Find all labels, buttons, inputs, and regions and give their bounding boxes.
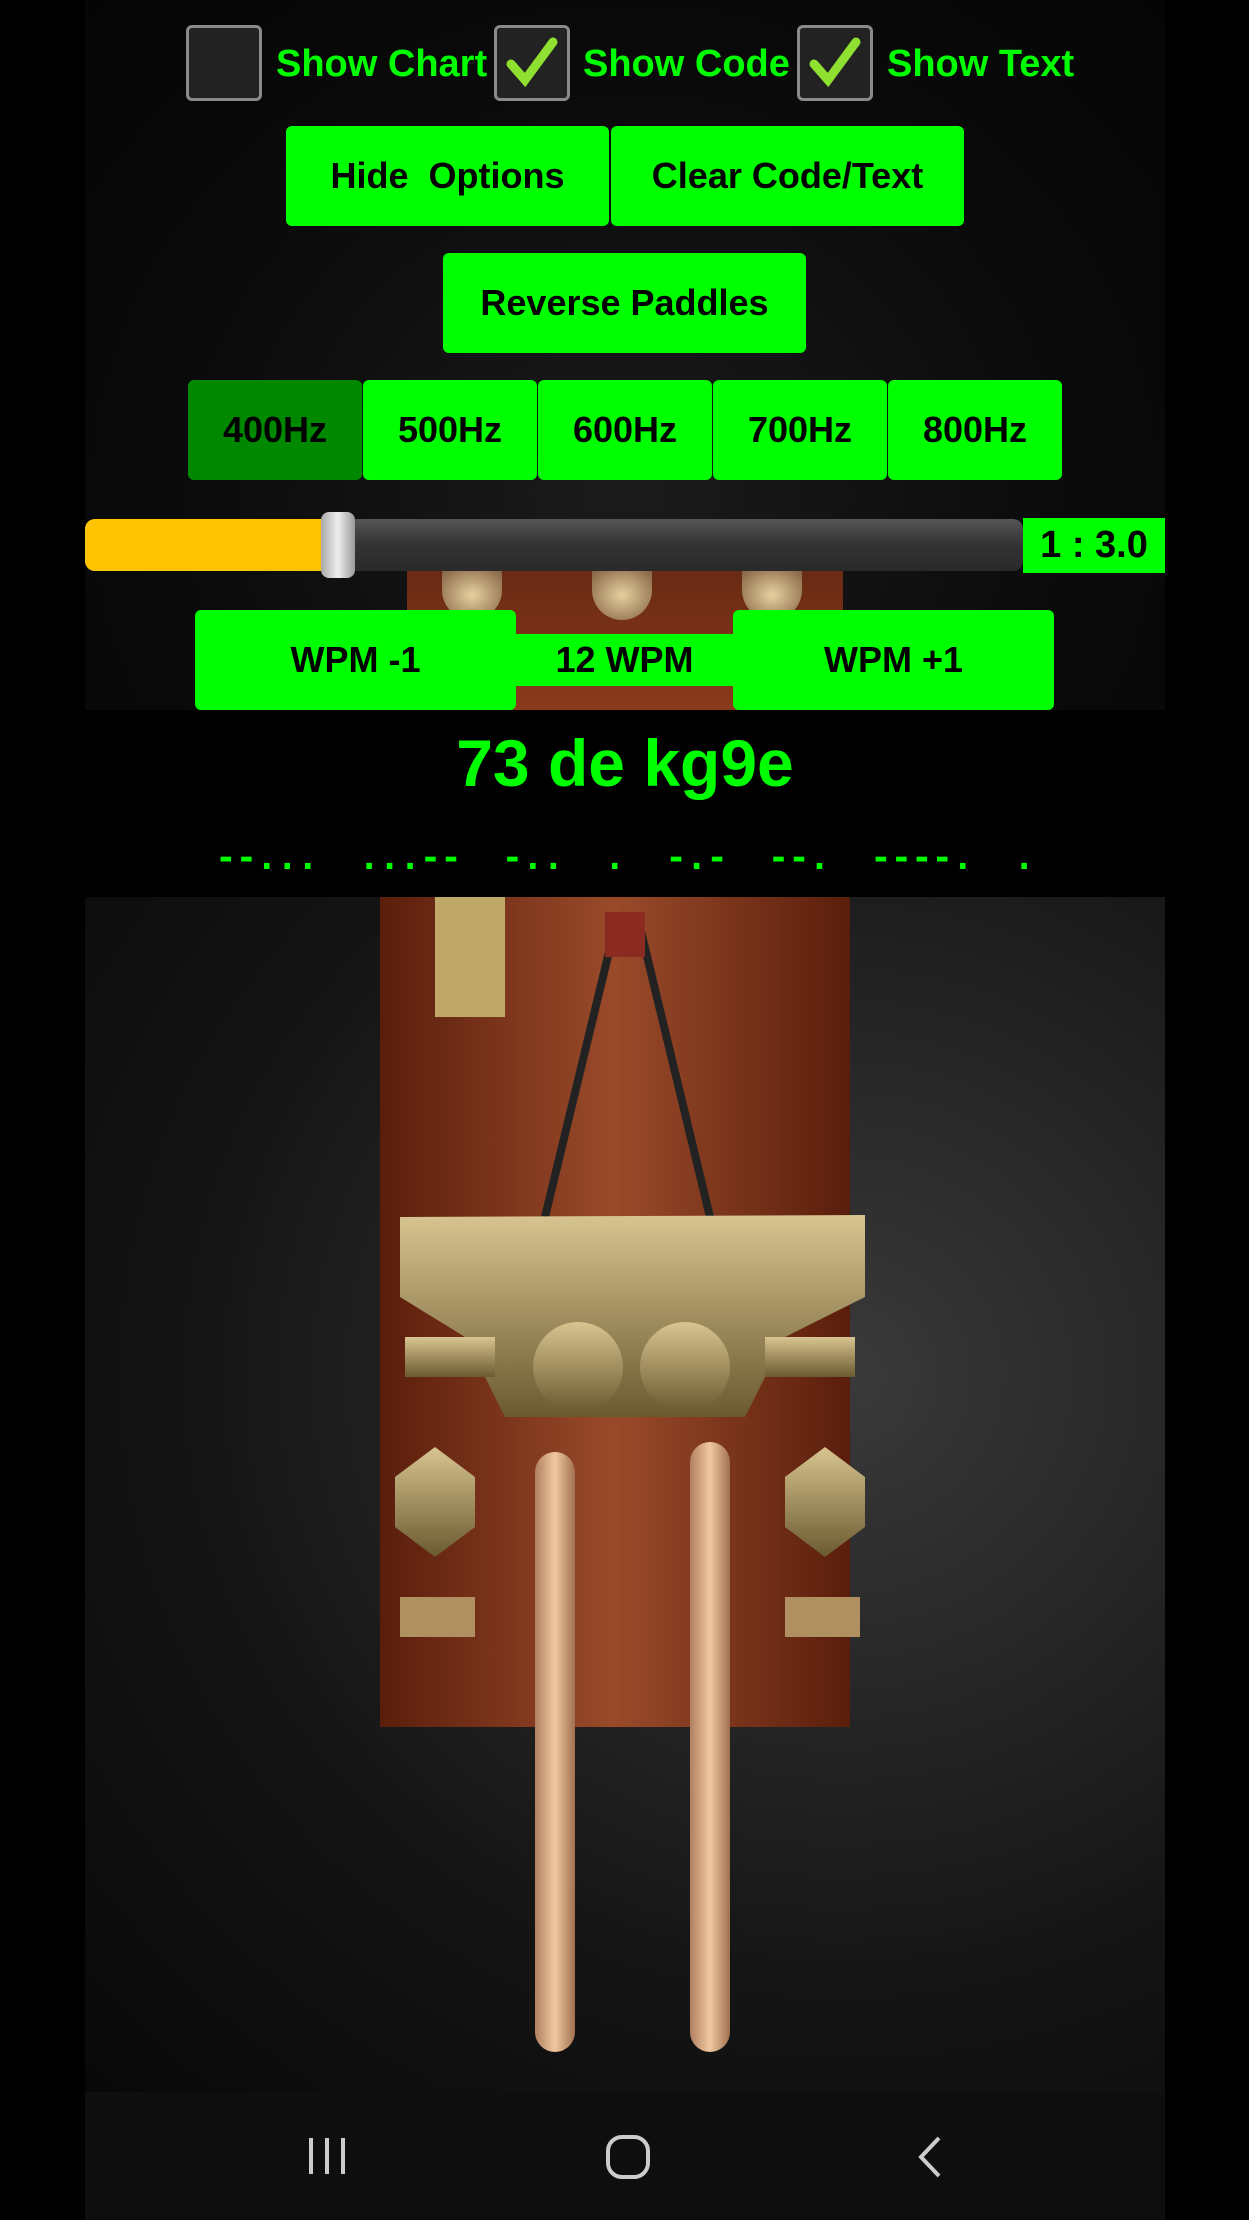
checkmark-icon [506,37,558,88]
paddle-key-image[interactable] [85,897,1165,2092]
freq-500hz-button[interactable]: 500Hz [363,380,537,480]
freq-700hz-button[interactable]: 700Hz [713,380,887,480]
recent-apps-icon[interactable] [305,2134,349,2178]
reverse-paddles-button[interactable]: Reverse Paddles [443,253,806,353]
wpm-minus-button[interactable]: WPM -1 [195,610,516,710]
morse-code: --... ...-- -.. . -.- --. ----. . [215,838,1035,878]
knob-image [592,570,652,620]
wpm-value: 12 WPM [516,634,733,686]
freq-400hz-button[interactable]: 400Hz [188,380,362,480]
ratio-label: 1 : 3.0 [1023,518,1165,573]
decoded-text: 73 de kg9e [456,726,794,800]
show-code-label[interactable]: Show Code [583,40,790,88]
system-nav-bar [85,2092,1165,2220]
checkbox-box[interactable] [186,25,262,101]
back-icon[interactable] [915,2134,945,2180]
checkmark-icon [809,37,861,88]
iambic-paddle-photo [380,897,865,2052]
options-background [85,0,1165,710]
checkbox-box[interactable] [797,25,873,101]
hide-options-button[interactable]: Hide Options [286,126,609,226]
show-text-label[interactable]: Show Text [887,40,1074,88]
wpm-plus-button[interactable]: WPM +1 [733,610,1054,710]
clear-code-text-button[interactable]: Clear Code/Text [611,126,964,226]
freq-800hz-button[interactable]: 800Hz [888,380,1062,480]
slider-fill [85,519,339,571]
show-chart-label[interactable]: Show Chart [276,40,487,88]
freq-600hz-button[interactable]: 600Hz [538,380,712,480]
slider-thumb[interactable] [321,512,356,578]
ratio-slider[interactable] [85,512,1023,578]
checkbox-box[interactable] [494,25,570,101]
home-icon[interactable] [605,2134,651,2180]
